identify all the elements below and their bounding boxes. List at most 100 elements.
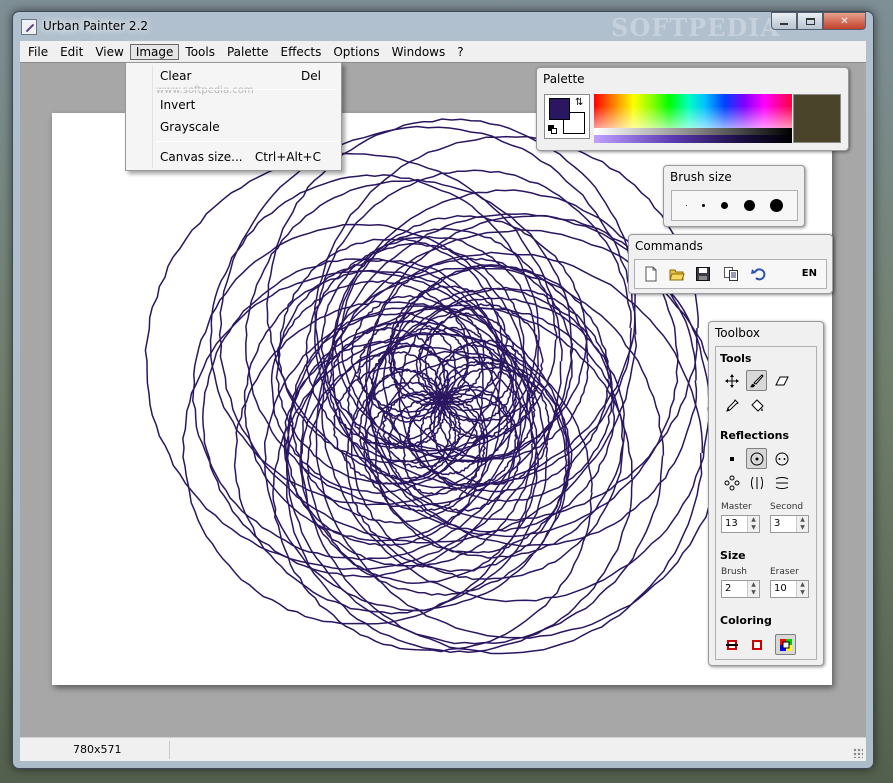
color-spectrum[interactable] [594,94,792,128]
brush-size-stepper[interactable]: 2 ▲ ▼ [721,580,760,598]
eraser-icon [774,376,789,385]
second-arrows[interactable]: ▲ ▼ [796,516,808,532]
image-menu-dropdown: www.softpedia.com Clear Del Invert Grays… [125,62,342,171]
tint-strip[interactable] [594,135,792,143]
brush-size-options [671,190,798,221]
brush-size-2[interactable] [702,204,706,207]
undo-icon[interactable] [751,266,767,282]
canvas-size-status: 780x571 [20,741,170,759]
color-selector: ⇅ [544,94,590,139]
menu-image[interactable]: Image [129,43,180,60]
brush-size-5[interactable] [770,199,784,212]
menu-item-shortcut: Del [301,69,321,83]
move-tool-button[interactable] [721,370,742,391]
menu-item-grayscale[interactable]: Grayscale [128,116,339,138]
outline-color-icon [751,639,762,650]
chevron-up-icon[interactable]: ▲ [748,581,759,589]
menu-effects[interactable]: Effects [275,44,328,60]
status-bar: 780x571 [20,737,866,761]
brush-size-value: 2 [725,583,732,594]
radial-icon [750,452,763,465]
brush-size-1[interactable] [685,205,687,206]
brush-size-4[interactable] [743,200,755,211]
title-bar[interactable]: Urban Painter 2.2 SOFTPEDIA ✕ [13,12,873,42]
menu-item-label: Grayscale [160,120,220,134]
foreground-color-swatch[interactable] [549,98,570,120]
menu-file[interactable]: File [22,44,54,60]
eyedropper-tool-button[interactable] [721,395,742,416]
chevron-down-icon[interactable]: ▼ [748,524,759,532]
commands-title: Commands [635,239,703,253]
language-indicator[interactable]: EN [802,268,817,279]
menu-edit[interactable]: Edit [54,44,89,60]
maximize-icon [805,17,815,25]
menu-view[interactable]: View [89,44,129,60]
master-stepper[interactable]: 13 ▲ ▼ [721,515,760,533]
chevron-down-icon[interactable]: ▼ [797,524,808,532]
commands-panel: Commands EN [628,234,833,294]
coloring-rainbow-button[interactable] [775,634,796,655]
resize-grip-icon[interactable] [853,748,863,758]
grayscale-strip[interactable] [594,128,792,135]
reflection-horizontal-button[interactable] [771,472,792,493]
menu-item-label: Clear [160,69,192,83]
menu-tools[interactable]: Tools [179,44,221,60]
reflection-radial-button[interactable] [746,448,767,469]
menu-item-clear[interactable]: Clear Del [128,65,339,87]
reflection-vertical-button[interactable] [746,472,767,493]
eraser-size-stepper[interactable]: 10 ▲ ▼ [770,580,809,598]
menu-windows[interactable]: Windows [386,44,452,60]
second-stepper[interactable]: 3 ▲ ▼ [770,515,809,533]
open-folder-icon[interactable] [669,266,685,282]
second-value: 3 [774,518,781,529]
palette-panel: Palette ⇅ [536,67,849,151]
window-title: Urban Painter 2.2 [43,19,149,33]
master-arrows[interactable]: ▲ ▼ [747,516,759,532]
reset-colors-icon[interactable] [548,125,558,135]
menu-item-canvas-size[interactable]: Canvas size... Ctrl+Alt+C [128,146,339,168]
brush-tool-button[interactable] [746,370,767,391]
chevron-down-icon[interactable]: ▼ [748,589,759,597]
minimize-icon [780,23,788,25]
menu-item-label: Invert [160,98,196,112]
brush-size-title: Brush size [670,170,732,184]
menu-options[interactable]: Options [327,44,385,60]
menu-palette[interactable]: Palette [221,44,275,60]
reflection-fourway-button[interactable] [721,472,742,493]
four-way-icon [724,475,739,490]
toolbox-content: Tools Reflections Master Second 13 ▲ ▼ 3… [715,346,817,660]
menu-help[interactable]: ? [451,44,469,60]
reflection-dual-button[interactable] [771,448,792,469]
eraser-tool-button[interactable] [771,370,792,391]
coloring-outline-button[interactable] [746,634,767,655]
maximize-button[interactable] [797,12,823,30]
copy-icon[interactable] [723,266,739,282]
chevron-up-icon[interactable]: ▲ [797,581,808,589]
minimize-button[interactable] [771,12,797,30]
swap-colors-icon[interactable]: ⇅ [575,97,583,108]
menu-separator [156,89,337,90]
eraser-arrows[interactable]: ▲ ▼ [796,581,808,597]
eraser-size-value: 10 [774,583,787,594]
coloring-solid-button[interactable] [721,634,742,655]
close-button[interactable]: ✕ [823,12,866,30]
reflection-single-button[interactable] [721,448,742,469]
color-preview-swatch [793,94,841,143]
brush-arrows[interactable]: ▲ ▼ [747,581,759,597]
fill-bucket-icon [750,398,764,412]
new-file-icon[interactable] [643,266,659,282]
fill-tool-button[interactable] [746,395,767,416]
menu-item-shortcut: Ctrl+Alt+C [254,150,321,164]
save-icon[interactable] [695,266,711,282]
commands-toolbar: EN [634,259,827,289]
tools-heading: Tools [720,352,752,365]
brush-size-panel: Brush size [663,165,805,227]
master-value: 13 [725,518,738,529]
brush-size-3[interactable] [720,202,728,209]
menu-bar: File Edit View Image Tools Palette Effec… [20,41,866,62]
menu-item-invert[interactable]: Invert [128,94,339,116]
chevron-up-icon[interactable]: ▲ [748,516,759,524]
chevron-down-icon[interactable]: ▼ [797,589,808,597]
app-icon[interactable] [21,19,37,35]
chevron-up-icon[interactable]: ▲ [797,516,808,524]
